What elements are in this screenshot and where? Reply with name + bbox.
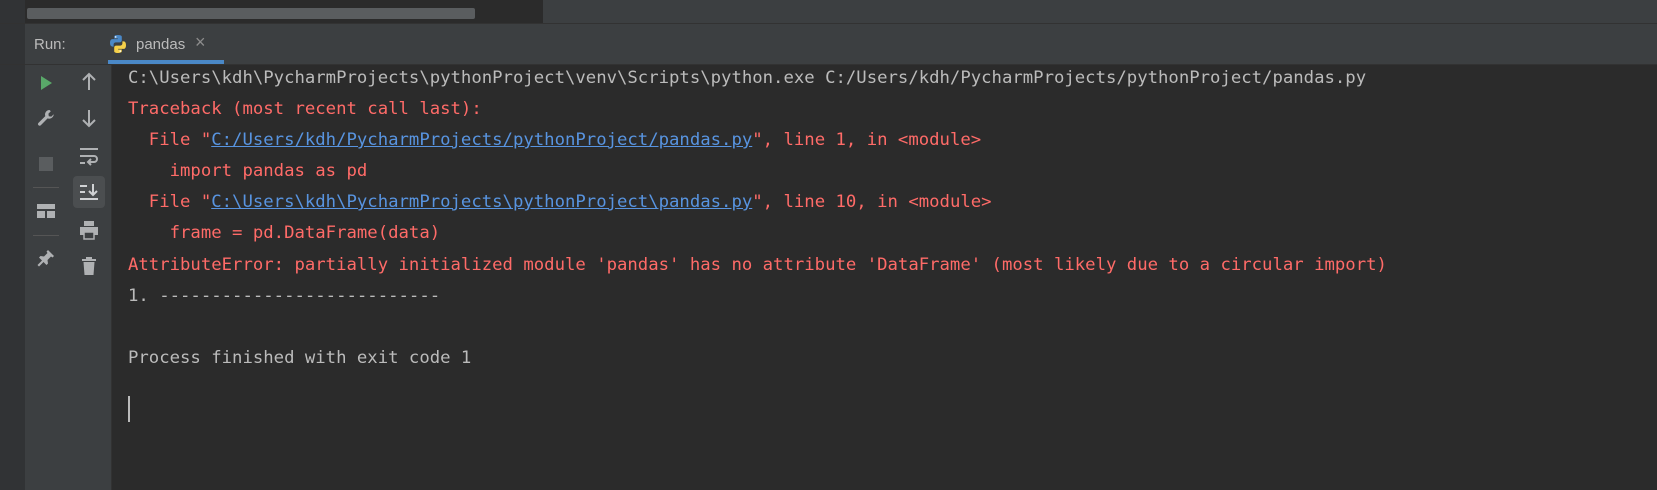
- frame-prefix: File ": [128, 192, 212, 212]
- editor-horizontal-scrollbar[interactable]: [0, 0, 1657, 24]
- stop-button[interactable]: [30, 148, 62, 180]
- run-toolbar-primary: [25, 65, 67, 490]
- console-output[interactable]: C:\Users\kdh\PycharmProjects\pythonProje…: [112, 65, 1657, 490]
- traceback-frame: File "C:/Users/kdh/PycharmProjects/pytho…: [128, 128, 981, 152]
- program-output: 1. ---------------------------: [128, 286, 441, 306]
- clear-all-button[interactable]: [73, 250, 105, 282]
- soft-wrap-button[interactable]: [73, 140, 105, 172]
- layout-icon: [37, 204, 55, 218]
- restore-layout-button[interactable]: [30, 195, 62, 227]
- python-icon: [108, 34, 128, 54]
- frame-prefix: File ": [128, 130, 212, 150]
- active-tab-indicator: [108, 60, 224, 64]
- gutter-edge: [0, 0, 25, 23]
- text-caret: [128, 396, 130, 422]
- tab-title: pandas: [136, 36, 186, 53]
- rerun-button[interactable]: [30, 67, 62, 99]
- edit-configuration-button[interactable]: [30, 102, 62, 134]
- run-icon: [41, 76, 52, 90]
- traceback-header: Traceback (most recent call last):: [128, 99, 482, 119]
- soft-wrap-icon: [80, 148, 98, 166]
- outer-gutter: [0, 65, 25, 490]
- close-tab-icon[interactable]: ×: [195, 32, 206, 53]
- previous-occurrence-button[interactable]: [73, 66, 105, 98]
- wrench-icon: [38, 110, 54, 126]
- arrow-up-icon: [82, 72, 96, 90]
- run-toolbar-secondary: [67, 65, 112, 490]
- run-tool-window-header: Run: pandas ×: [0, 24, 1657, 65]
- frame-suffix: ", line 10, in <module>: [752, 192, 992, 212]
- next-occurrence-button[interactable]: [73, 102, 105, 134]
- traceback-frame: File "C:\Users\kdh\PycharmProjects\pytho…: [128, 190, 992, 214]
- frame-code-line: import pandas as pd: [128, 161, 368, 181]
- pin-icon: [37, 250, 54, 267]
- tab-pandas[interactable]: pandas ×: [108, 24, 224, 64]
- run-label: Run:: [34, 36, 66, 53]
- scrollbar-thumb[interactable]: [27, 8, 475, 19]
- scroll-to-end-button[interactable]: [73, 176, 105, 208]
- toolbar-separator: [33, 235, 59, 236]
- stop-icon: [39, 157, 53, 171]
- pin-tab-button[interactable]: [30, 242, 62, 274]
- gutter-edge: [0, 24, 25, 64]
- frame-code-line: frame = pd.DataFrame(data): [128, 223, 441, 243]
- arrow-down-icon: [82, 110, 96, 128]
- frame-suffix: ", line 1, in <module>: [752, 130, 982, 150]
- print-button[interactable]: [73, 214, 105, 246]
- error-message: AttributeError: partially initialized mo…: [128, 255, 1387, 275]
- print-icon: [80, 221, 98, 240]
- exit-status: Process finished with exit code 1: [128, 348, 472, 368]
- scroll-to-end-icon: [80, 184, 98, 200]
- toolbar-separator: [33, 187, 59, 188]
- command-line: C:\Users\kdh\PycharmProjects\pythonProje…: [128, 68, 1367, 88]
- file-link[interactable]: C:\Users\kdh\PycharmProjects\pythonProje…: [211, 192, 752, 212]
- file-link[interactable]: C:/Users/kdh/PycharmProjects/pythonProje…: [211, 130, 752, 150]
- trash-icon: [82, 257, 96, 275]
